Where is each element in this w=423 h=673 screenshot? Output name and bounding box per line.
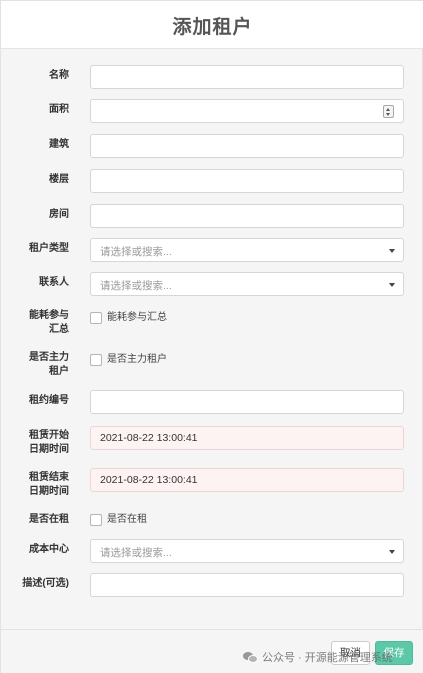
energy-summary-checkbox[interactable] [90, 312, 102, 324]
is-renting-checkbox-label[interactable]: 是否在租 [107, 514, 147, 526]
room-input[interactable] [90, 204, 404, 228]
building-label: 建筑 [49, 139, 69, 150]
tenant-type-select[interactable]: 请选择或搜索... [90, 238, 404, 262]
main-tenant-label: 是否主力 租户 [29, 352, 69, 377]
lease-start-datetime-input[interactable]: 2021-08-22 13:00:41 [90, 426, 404, 450]
contact-label: 联系人 [39, 277, 69, 288]
lease-start-label: 租赁开始 日期时间 [29, 430, 69, 455]
number-spinner-icon[interactable] [383, 105, 394, 118]
description-label: 描述(可选) [22, 578, 69, 589]
contract-no-input[interactable] [90, 390, 404, 414]
contact-select[interactable]: 请选择或搜索... [90, 272, 404, 296]
tenant-type-label: 租户类型 [29, 243, 69, 254]
energy-summary-checkbox-label[interactable]: 能耗参与汇总 [107, 312, 167, 324]
lease-end-datetime-input[interactable]: 2021-08-22 13:00:41 [90, 468, 404, 492]
main-tenant-checkbox-label[interactable]: 是否主力租户 [107, 354, 167, 366]
is-renting-label: 是否在租 [29, 514, 69, 525]
chevron-down-icon [389, 550, 395, 554]
floor-input[interactable] [90, 169, 404, 193]
contact-placeholder: 请选择或搜索... [100, 280, 172, 292]
area-number-input[interactable] [90, 99, 404, 123]
modal-title: 添加租户 [172, 17, 253, 38]
modal-header: 添加租户 [1, 1, 423, 49]
room-label: 房间 [49, 209, 69, 220]
name-input[interactable] [90, 65, 404, 89]
chevron-down-icon [389, 249, 395, 253]
floor-label: 楼层 [49, 174, 69, 185]
cost-center-placeholder: 请选择或搜索... [100, 547, 172, 559]
building-input[interactable] [90, 134, 404, 158]
contract-no-label: 租约编号 [29, 395, 69, 406]
chevron-down-icon [389, 283, 395, 287]
description-input[interactable] [90, 573, 404, 597]
lease-end-label: 租赁结束 日期时间 [29, 472, 69, 497]
watermark: 公众号 · 开源能源管理系统 [243, 649, 393, 665]
energy-summary-label: 能耗参与 汇总 [29, 310, 69, 335]
cost-center-select[interactable]: 请选择或搜索... [90, 539, 404, 563]
cost-center-label: 成本中心 [29, 544, 69, 555]
main-tenant-checkbox[interactable] [90, 354, 102, 366]
add-tenant-modal: 添加租户 名称 面积 建筑 楼层 房间 租户类型 请选择或搜索... 联系人 请… [0, 0, 423, 673]
area-label: 面积 [49, 104, 69, 115]
name-label: 名称 [49, 70, 69, 81]
tenant-type-placeholder: 请选择或搜索... [100, 246, 172, 258]
is-renting-checkbox[interactable] [90, 514, 102, 526]
wechat-icon [243, 651, 258, 663]
watermark-text: 公众号 · 开源能源管理系统 [262, 652, 393, 664]
